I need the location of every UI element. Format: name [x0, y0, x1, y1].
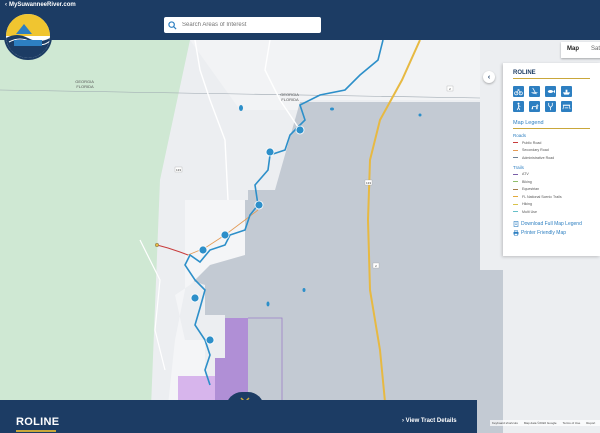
legend-label: Hiking: [522, 202, 532, 207]
panel-collapse-button[interactable]: ‹: [483, 71, 495, 83]
top-header: ‹ MySuwanneeRiver.com: [0, 0, 600, 40]
horse-icon[interactable]: [529, 101, 540, 112]
svg-text:133: 133: [366, 181, 371, 185]
bike-icon[interactable]: [513, 86, 524, 97]
legend-row: Secondary Road: [513, 147, 590, 155]
printer-friendly-link[interactable]: Printer Friendly Map: [513, 230, 590, 236]
legend-swatch: [513, 211, 518, 213]
legend-row: Biking: [513, 178, 590, 186]
fishing-icon[interactable]: [545, 86, 556, 97]
hunting-icon[interactable]: [545, 101, 556, 112]
svg-text:133: 133: [176, 168, 181, 172]
satellite-view-button[interactable]: Sat: [585, 42, 600, 58]
legend-swatch: [513, 157, 518, 159]
legend-label: Multi Use: [522, 209, 537, 214]
search-icon: [168, 20, 177, 30]
legend-row: Public Road: [513, 139, 590, 147]
legend-label: ATV: [522, 172, 529, 177]
chevron-left-icon: ‹: [487, 73, 491, 81]
search-box[interactable]: [164, 17, 321, 33]
road-shield-133b: 133: [364, 179, 373, 186]
legend-row: Administrative Road: [513, 154, 590, 162]
printer-friendly-label: Printer Friendly Map: [521, 229, 567, 236]
legend-row: Equestrian: [513, 186, 590, 194]
legend-swatch: [513, 173, 518, 175]
road-shield-2b: 2: [372, 262, 380, 269]
tract-info-panel: ROLINE Map Legend Roads Public Road Seco…: [503, 63, 600, 256]
map-label-georgia-florida-2: GEORGIA FLORIDA: [280, 92, 300, 102]
hiking-icon[interactable]: [513, 101, 524, 112]
legend-swatch: [513, 196, 518, 198]
keyboard-shortcuts-link[interactable]: Keyboard shortcuts: [492, 421, 518, 425]
chevron-left-icon: ‹: [5, 2, 7, 8]
legend-label: Public Road: [522, 140, 542, 145]
legend-swatch: [513, 142, 518, 144]
road-shield-2: 2: [446, 85, 454, 92]
legend-swatch: [513, 188, 518, 190]
tract-title: ROLINE: [16, 416, 60, 428]
picnic-icon[interactable]: [561, 101, 572, 112]
legend-roads-label: Roads: [513, 133, 527, 138]
search-input[interactable]: [182, 22, 312, 28]
title-underline: [16, 430, 56, 432]
document-icon: [513, 220, 519, 227]
legend-label: Biking: [522, 179, 532, 184]
suwannee-river-logo[interactable]: [4, 12, 52, 60]
legend-row: Hiking: [513, 201, 590, 209]
report-link[interactable]: Report: [586, 421, 595, 425]
map-view-button[interactable]: Map: [561, 42, 585, 58]
site-link-label: MySuwanneeRiver.com: [9, 2, 76, 8]
legend-label: Administrative Road: [522, 155, 555, 160]
legend-label: FL National Scenic Trails: [522, 194, 562, 199]
printer-icon: [513, 229, 519, 236]
map-label-georgia-florida: GEORGIA FLORIDA: [75, 79, 95, 89]
panel-title: ROLINE: [513, 70, 590, 79]
view-tract-details-link[interactable]: › View Tract Details: [402, 418, 457, 424]
legend-label: Equestrian: [522, 187, 540, 192]
legend-row: Multi Use: [513, 208, 590, 216]
map-type-toggle: Map Sat: [561, 42, 600, 58]
legend-swatch: [513, 181, 518, 183]
legend-row: ATV: [513, 171, 590, 179]
download-legend-link[interactable]: Download Full Map Legend: [513, 221, 590, 227]
map-attribution: Keyboard shortcuts Map data ©2022 Google…: [490, 420, 600, 426]
legend-swatch: [513, 203, 518, 205]
terms-of-use-link[interactable]: Terms of Use: [563, 421, 581, 425]
legend-label: Secondary Road: [522, 148, 549, 153]
canoe-icon[interactable]: [529, 86, 540, 97]
boat-icon[interactable]: [561, 86, 572, 97]
map-data-credit: Map data ©2022 Google: [523, 421, 557, 425]
legend-row: FL National Scenic Trails: [513, 193, 590, 201]
activity-icons: [513, 86, 590, 112]
tract-summary-banner: ROLINE › View Tract Details: [0, 400, 477, 433]
legend-trails-label: Trails: [513, 164, 524, 170]
download-legend-label: Download Full Map Legend: [521, 220, 582, 227]
legend-swatch: [513, 149, 518, 151]
logo-icon: [6, 14, 50, 58]
view-tract-details-label: View Tract Details: [405, 418, 457, 424]
road-shield-133: 133: [174, 166, 183, 173]
site-home-link[interactable]: ‹ MySuwanneeRiver.com: [5, 2, 76, 8]
legend-title: Map Legend: [513, 120, 590, 129]
